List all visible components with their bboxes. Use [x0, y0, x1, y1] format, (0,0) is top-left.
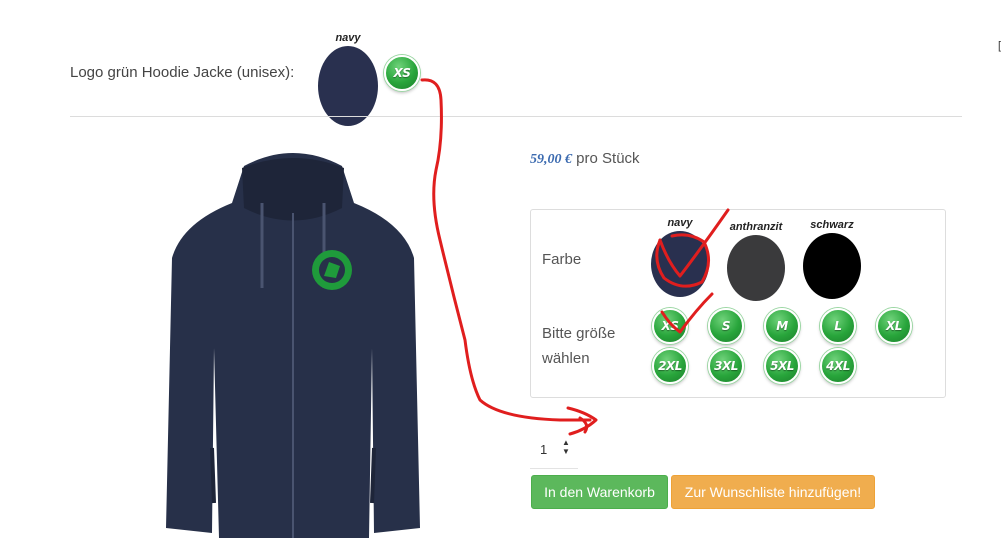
size-option-m[interactable]: M: [764, 308, 800, 344]
size-option-label-line2: wählen: [542, 350, 590, 367]
color-name-schwarz: schwarz: [810, 219, 854, 231]
selected-color-label: navy: [335, 32, 361, 44]
color-name-navy: navy: [667, 217, 693, 229]
quantity-stepper[interactable]: 1 ▲ ▼: [530, 432, 578, 469]
size-option-label-line1: Bitte größe: [542, 325, 616, 342]
close-icon[interactable]: [: [998, 40, 1001, 52]
color-option-schwarz[interactable]: schwarz: [799, 219, 865, 299]
add-to-cart-button[interactable]: In den Warenkorb: [531, 475, 668, 509]
size-option-xs[interactable]: XS: [652, 308, 688, 344]
selected-size-badge: XS: [384, 55, 420, 91]
color-name-anthranzit: anthranzit: [729, 221, 783, 233]
price-unit: pro Stück: [576, 150, 640, 167]
price-value: 59,00 €: [530, 152, 572, 167]
color-option-label: Farbe: [542, 251, 582, 268]
size-option-xl[interactable]: XL: [876, 308, 912, 344]
selected-color-swatch: [318, 46, 378, 126]
spinner-arrows-icon[interactable]: ▲ ▼: [562, 438, 570, 456]
product-image: [166, 153, 420, 538]
color-swatch-anthranzit[interactable]: [727, 235, 785, 301]
color-swatch-schwarz[interactable]: [803, 233, 861, 299]
size-option-s[interactable]: S: [708, 308, 744, 344]
quantity-value[interactable]: 1: [540, 442, 547, 457]
size-option-l[interactable]: L: [820, 308, 856, 344]
add-to-wishlist-button[interactable]: Zur Wunschliste hinzufügen!: [671, 475, 875, 509]
size-option-5xl[interactable]: 5XL: [764, 348, 800, 384]
annotation-arrowhead: [566, 406, 598, 436]
size-option-2xl[interactable]: 2XL: [652, 348, 688, 384]
divider: [70, 116, 962, 117]
size-option-4xl[interactable]: 4XL: [820, 348, 856, 384]
page-title: Logo grün Hoodie Jacke (unisex):: [70, 64, 295, 81]
selected-color: navy: [316, 32, 380, 126]
options-panel: Farbe navy anthranzit schwarz Bitte größ…: [530, 209, 946, 398]
size-option-3xl[interactable]: 3XL: [708, 348, 744, 384]
color-option-navy[interactable]: navy: [647, 217, 713, 297]
price: 59,00 € pro Stück: [530, 150, 640, 168]
color-swatch-navy[interactable]: [651, 231, 709, 297]
color-option-anthranzit[interactable]: anthranzit: [723, 221, 789, 301]
